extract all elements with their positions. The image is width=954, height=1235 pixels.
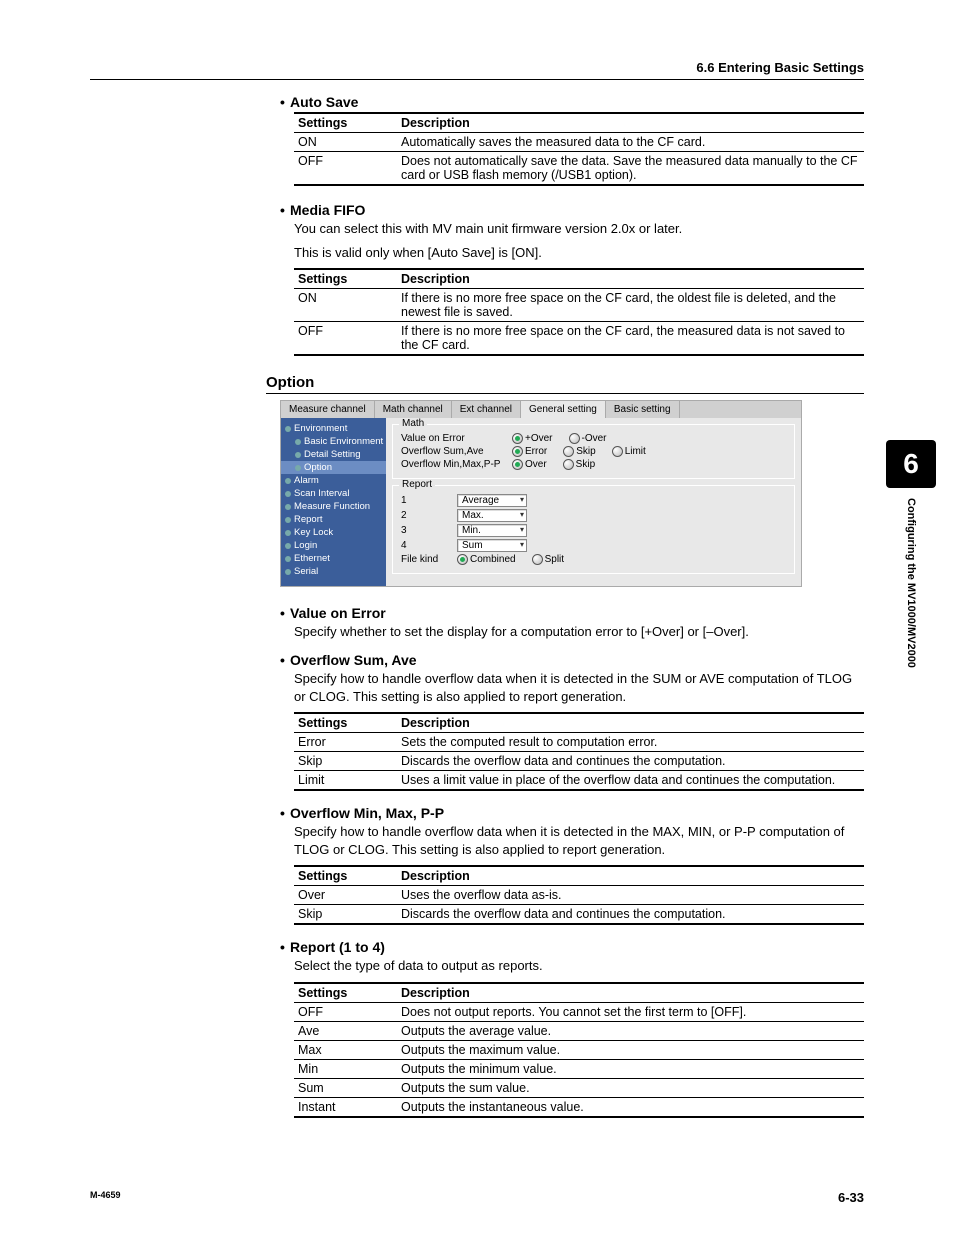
footer-doc-id: M-4659	[90, 1190, 121, 1205]
value-on-error-label: Value on Error	[401, 433, 506, 444]
sidebar-item-ethernet[interactable]: Ethernet	[281, 552, 386, 565]
tab-basic-setting[interactable]: Basic setting	[606, 401, 680, 418]
sidebar-item-measure-function[interactable]: Measure Function	[281, 500, 386, 513]
report-table: SettingsDescription OFFDoes not output r…	[294, 982, 864, 1118]
report-select-4[interactable]: Sum	[457, 539, 527, 552]
radio-error[interactable]: Error	[512, 446, 547, 457]
value-on-error-text: Specify whether to set the display for a…	[294, 623, 864, 641]
table-row: MinOutputs the minimum value.	[294, 1059, 864, 1078]
sidebar-item-scan-interval[interactable]: Scan Interval	[281, 487, 386, 500]
page-header: 6.6 Entering Basic Settings	[90, 60, 864, 80]
footer-page-number: 6-33	[838, 1190, 864, 1205]
sidebar: Environment Basic Environment Detail Set…	[281, 418, 386, 586]
sidebar-item-key-lock[interactable]: Key Lock	[281, 526, 386, 539]
tab-ext-channel[interactable]: Ext channel	[452, 401, 521, 418]
overflow-sum-text: Specify how to handle overflow data when…	[294, 670, 864, 706]
chapter-tab: 6 Configuring the MV1000/MV2000	[886, 440, 936, 668]
math-group: Math Value on Error +Over -Over Overflow…	[392, 424, 795, 479]
sidebar-item-detail-setting[interactable]: Detail Setting	[281, 448, 386, 461]
report-heading: •Report (1 to 4)	[280, 939, 864, 955]
radio-skip2[interactable]: Skip	[563, 459, 595, 470]
sidebar-item-option[interactable]: Option	[281, 461, 386, 474]
overflow-min-heading: •Overflow Min, Max, P-P	[280, 805, 864, 821]
radio-minus-over[interactable]: -Over	[569, 433, 607, 444]
overflow-min-table: SettingsDescription OverUses the overflo…	[294, 865, 864, 925]
overflow-sum-heading: •Overflow Sum, Ave	[280, 652, 864, 668]
report-select-3[interactable]: Min.	[457, 524, 527, 537]
option-heading: Option	[266, 374, 864, 394]
sidebar-item-alarm[interactable]: Alarm	[281, 474, 386, 487]
report-text: Select the type of data to output as rep…	[294, 957, 864, 975]
table-row: InstantOutputs the instantaneous value.	[294, 1097, 864, 1117]
table-row: SkipDiscards the overflow data and conti…	[294, 905, 864, 925]
table-row: LimitUses a limit value in place of the …	[294, 770, 864, 790]
value-on-error-heading: •Value on Error	[280, 605, 864, 621]
sidebar-item-serial[interactable]: Serial	[281, 565, 386, 578]
chapter-number: 6	[886, 440, 936, 488]
radio-over[interactable]: Over	[512, 459, 547, 470]
table-row: SumOutputs the sum value.	[294, 1078, 864, 1097]
table-row: ONIf there is no more free space on the …	[294, 289, 864, 322]
table-row: OFFDoes not automatically save the data.…	[294, 152, 864, 186]
tab-general-setting[interactable]: General setting	[521, 401, 606, 418]
table-row: MaxOutputs the maximum value.	[294, 1040, 864, 1059]
sidebar-item-basic-environment[interactable]: Basic Environment	[281, 435, 386, 448]
table-row: ErrorSets the computed result to computa…	[294, 732, 864, 751]
sidebar-item-login[interactable]: Login	[281, 539, 386, 552]
sidebar-item-report[interactable]: Report	[281, 513, 386, 526]
chapter-title: Configuring the MV1000/MV2000	[905, 498, 917, 668]
table-row: OverUses the overflow data as-is.	[294, 886, 864, 905]
report-select-1[interactable]: Average	[457, 494, 527, 507]
table-row: SkipDiscards the overflow data and conti…	[294, 751, 864, 770]
report-group: Report 1Average 2Max. 3Min. 4Sum File ki…	[392, 485, 795, 574]
tab-math-channel[interactable]: Math channel	[375, 401, 452, 418]
table-row: OFFDoes not output reports. You cannot s…	[294, 1002, 864, 1021]
overflow-min-text: Specify how to handle overflow data when…	[294, 823, 864, 859]
tab-measure-channel[interactable]: Measure channel	[281, 401, 375, 418]
file-kind-label: File kind	[401, 554, 451, 565]
table-row: AveOutputs the average value.	[294, 1021, 864, 1040]
radio-skip[interactable]: Skip	[563, 446, 595, 457]
table-row: OFFIf there is no more free space on the…	[294, 322, 864, 356]
option-screenshot: Measure channel Math channel Ext channel…	[280, 400, 802, 587]
radio-split[interactable]: Split	[532, 554, 564, 565]
radio-plus-over[interactable]: +Over	[512, 433, 553, 444]
overflow-sum-label: Overflow Sum,Ave	[401, 446, 506, 457]
mediafifo-table: SettingsDescription ONIf there is no mor…	[294, 268, 864, 356]
radio-combined[interactable]: Combined	[457, 554, 516, 565]
sidebar-item-environment[interactable]: Environment	[281, 422, 386, 435]
table-row: ONAutomatically saves the measured data …	[294, 133, 864, 152]
report-select-2[interactable]: Max.	[457, 509, 527, 522]
mediafifo-heading: •Media FIFO	[280, 202, 864, 218]
autosave-table: SettingsDescription ONAutomatically save…	[294, 112, 864, 186]
mediafifo-text2: This is valid only when [Auto Save] is […	[294, 244, 864, 262]
radio-limit[interactable]: Limit	[612, 446, 646, 457]
overflow-min-label: Overflow Min,Max,P-P	[401, 459, 506, 470]
overflow-sum-table: SettingsDescription ErrorSets the comput…	[294, 712, 864, 791]
autosave-heading: •Auto Save	[280, 94, 864, 110]
mediafifo-text1: You can select this with MV main unit fi…	[294, 220, 864, 238]
